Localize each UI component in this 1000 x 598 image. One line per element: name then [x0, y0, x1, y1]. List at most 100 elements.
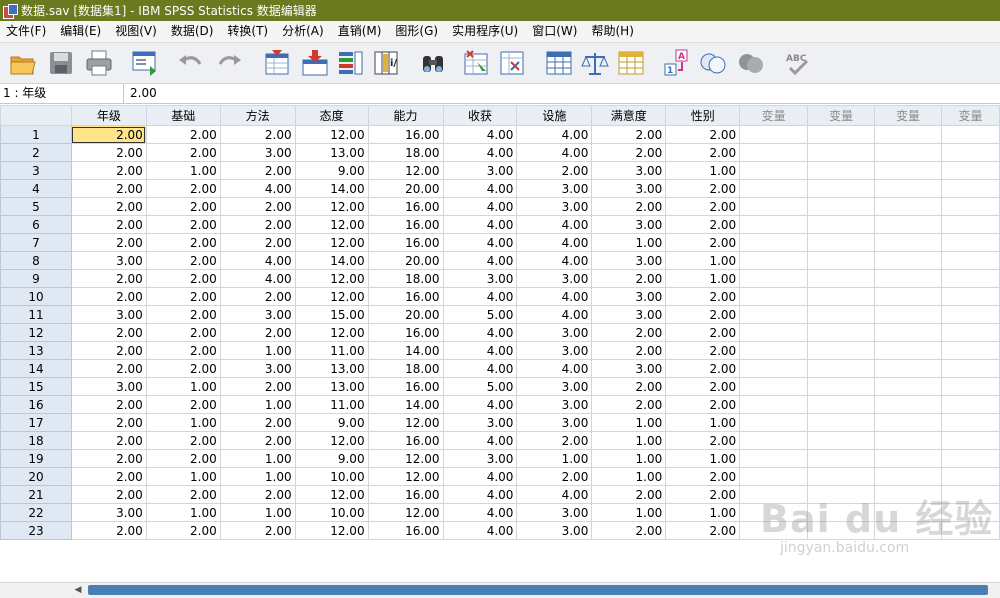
data-cell[interactable]: 4.00: [442, 323, 518, 342]
data-cell[interactable]: 2.00: [219, 413, 296, 432]
data-cell[interactable]: 4.00: [442, 179, 518, 198]
row-header[interactable]: 14: [0, 359, 72, 378]
data-cell[interactable]: 2.00: [70, 197, 147, 216]
data-cell[interactable]: 2.00: [70, 359, 147, 378]
data-cell[interactable]: 10.00: [294, 467, 369, 486]
data-cell[interactable]: 2.00: [665, 125, 741, 144]
data-cell[interactable]: 2.00: [665, 467, 741, 486]
data-cell[interactable]: 2.00: [145, 287, 221, 306]
data-cell[interactable]: 18.00: [367, 359, 444, 378]
row-header[interactable]: 8: [0, 251, 72, 270]
empty-cell[interactable]: [874, 233, 942, 252]
insert-cases-icon[interactable]: i/: [372, 48, 402, 78]
data-cell[interactable]: 2.00: [145, 323, 221, 342]
data-cell[interactable]: 12.00: [367, 161, 444, 180]
value-labels-icon[interactable]: [616, 48, 646, 78]
data-cell[interactable]: 3.00: [70, 305, 147, 324]
data-cell[interactable]: 2.00: [665, 323, 741, 342]
data-cell[interactable]: 2.00: [591, 395, 667, 414]
print-icon[interactable]: [84, 48, 114, 78]
empty-cell[interactable]: [940, 269, 1000, 288]
data-cell[interactable]: 2.00: [665, 179, 741, 198]
data-cell[interactable]: 1.00: [219, 503, 296, 522]
data-cell[interactable]: 12.00: [294, 485, 369, 504]
data-cell[interactable]: 2.00: [219, 287, 296, 306]
empty-cell[interactable]: [739, 485, 809, 504]
row-header[interactable]: 18: [0, 431, 72, 450]
empty-cell[interactable]: [940, 143, 1000, 162]
data-cell[interactable]: 12.00: [294, 323, 369, 342]
empty-cell[interactable]: [739, 125, 809, 144]
data-cell[interactable]: 2.00: [665, 197, 741, 216]
select-cases-icon[interactable]: [580, 48, 610, 78]
row-header[interactable]: 9: [0, 269, 72, 288]
data-cell[interactable]: 12.00: [294, 521, 369, 540]
menu-item-4[interactable]: 转换(T): [221, 21, 276, 42]
data-cell[interactable]: 2.00: [665, 143, 741, 162]
empty-cell[interactable]: [874, 413, 942, 432]
empty-cell[interactable]: [739, 233, 809, 252]
empty-cell[interactable]: [874, 215, 942, 234]
data-cell[interactable]: 16.00: [367, 485, 444, 504]
empty-cell[interactable]: [940, 215, 1000, 234]
data-cell[interactable]: 2.00: [665, 287, 741, 306]
find-icon[interactable]: [418, 48, 448, 78]
data-cell[interactable]: 2.00: [219, 215, 296, 234]
undo-icon[interactable]: [176, 48, 206, 78]
empty-cell[interactable]: [807, 503, 876, 522]
empty-column-header[interactable]: 变量: [940, 105, 1000, 126]
row-header[interactable]: 13: [0, 341, 72, 360]
data-cell[interactable]: 2.00: [219, 161, 296, 180]
data-cell[interactable]: 3.00: [219, 359, 296, 378]
empty-cell[interactable]: [807, 269, 876, 288]
empty-cell[interactable]: [874, 287, 942, 306]
empty-cell[interactable]: [940, 161, 1000, 180]
data-cell[interactable]: 4.00: [516, 233, 593, 252]
empty-cell[interactable]: [940, 179, 1000, 198]
data-cell[interactable]: 2.00: [70, 233, 147, 252]
data-cell[interactable]: 14.00: [367, 341, 444, 360]
empty-cell[interactable]: [807, 233, 876, 252]
empty-cell[interactable]: [807, 449, 876, 468]
data-cell[interactable]: 16.00: [367, 215, 444, 234]
data-cell[interactable]: 4.00: [442, 251, 518, 270]
data-cell[interactable]: 4.00: [442, 485, 518, 504]
empty-cell[interactable]: [739, 377, 809, 396]
save-icon[interactable]: [46, 48, 76, 78]
empty-cell[interactable]: [940, 467, 1000, 486]
empty-cell[interactable]: [807, 413, 876, 432]
data-cell[interactable]: 2.00: [70, 431, 147, 450]
data-cell[interactable]: 18.00: [367, 143, 444, 162]
empty-cell[interactable]: [940, 233, 1000, 252]
data-cell[interactable]: 2.00: [665, 359, 741, 378]
data-cell[interactable]: 14.00: [367, 395, 444, 414]
empty-column-header[interactable]: 变量: [874, 105, 942, 126]
data-cell[interactable]: 1.00: [591, 413, 667, 432]
column-header[interactable]: 态度: [294, 105, 369, 126]
data-cell[interactable]: 14.00: [294, 179, 369, 198]
use-variable-sets-icon[interactable]: A 1: [662, 48, 692, 78]
row-header[interactable]: 7: [0, 233, 72, 252]
data-cell[interactable]: 3.00: [516, 269, 593, 288]
data-cell[interactable]: 2.00: [665, 305, 741, 324]
data-cell[interactable]: 3.00: [442, 269, 518, 288]
data-cell[interactable]: 4.00: [442, 395, 518, 414]
data-cell[interactable]: 13.00: [294, 377, 369, 396]
spell-check-icon[interactable]: ABC: [784, 48, 814, 78]
row-header[interactable]: 22: [0, 503, 72, 522]
empty-cell[interactable]: [874, 323, 942, 342]
menu-item-6[interactable]: 直销(M): [332, 21, 390, 42]
data-cell[interactable]: 4.00: [442, 521, 518, 540]
data-cell[interactable]: 4.00: [516, 359, 593, 378]
empty-cell[interactable]: [807, 179, 876, 198]
empty-cell[interactable]: [739, 449, 809, 468]
data-cell[interactable]: 2.00: [145, 449, 221, 468]
data-cell[interactable]: 12.00: [367, 467, 444, 486]
data-cell[interactable]: 3.00: [591, 161, 667, 180]
empty-cell[interactable]: [807, 287, 876, 306]
data-cell[interactable]: 2.00: [665, 485, 741, 504]
data-cell[interactable]: 9.00: [294, 413, 369, 432]
row-header[interactable]: 2: [0, 143, 72, 162]
data-cell[interactable]: 2.00: [219, 233, 296, 252]
data-cell[interactable]: 5.00: [442, 305, 518, 324]
